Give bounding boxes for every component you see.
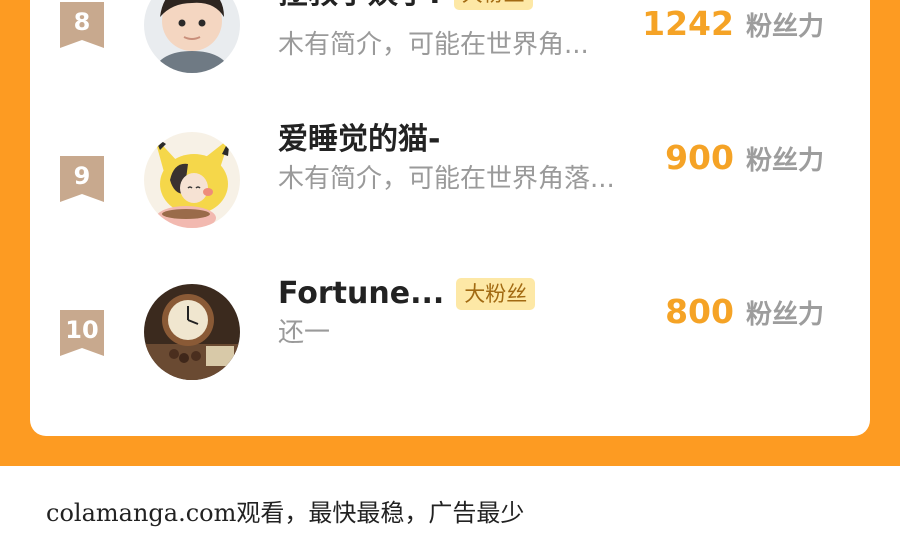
ranking-row-9[interactable]: 9 爱睡觉的猫- 木有简介，可能在世界角落... 900 粉丝力: [30, 122, 870, 250]
big-fan-badge: 大粉丝: [456, 278, 536, 310]
watermark-footer-text: colamanga.com观看，最快最稳，广告最少: [46, 499, 525, 527]
rank-badge: 9: [60, 156, 104, 202]
name-line: 拯救小姨子! 大粉丝: [278, 0, 533, 14]
child-photo-avatar-icon: [144, 0, 240, 73]
user-intro: 木有简介，可能在世界角落...: [278, 164, 615, 194]
user-name[interactable]: 爱睡觉的猫-: [278, 120, 440, 160]
fan-score: 1242 粉丝力: [642, 4, 824, 44]
ranking-row-10[interactable]: 10 Fortune... 大粉丝 还一 800 粉丝力: [30, 276, 870, 402]
rank-number: 9: [73, 162, 91, 190]
pikachu-costume-avatar-icon: [144, 132, 240, 228]
rank-number: 10: [65, 316, 99, 344]
score-value: 800: [665, 292, 734, 331]
score-unit: 粉丝力: [745, 146, 824, 176]
user-name[interactable]: Fortune...: [278, 274, 444, 314]
rank-badge: 10: [60, 310, 104, 356]
name-line: 爱睡觉的猫-: [278, 120, 440, 160]
rank-badge: 8: [60, 2, 104, 48]
name-line: Fortune... 大粉丝: [278, 274, 536, 314]
ranking-row-8[interactable]: 8 拯救小姨子! 大粉丝 木有简介，可能在世界角... 1242 粉丝力: [30, 0, 870, 100]
fan-ranking-card: 8 拯救小姨子! 大粉丝 木有简介，可能在世界角... 1242 粉丝力: [30, 0, 870, 436]
big-fan-badge: 大粉丝: [453, 0, 533, 10]
user-intro: 木有简介，可能在世界角...: [278, 30, 589, 60]
fan-score: 800 粉丝力: [665, 292, 824, 332]
score-unit: 粉丝力: [745, 12, 824, 42]
clock-photo-avatar-icon: [144, 284, 240, 380]
score-unit: 粉丝力: [745, 300, 824, 330]
score-value: 1242: [642, 4, 734, 43]
user-name[interactable]: 拯救小姨子!: [278, 0, 442, 14]
user-avatar[interactable]: [144, 284, 240, 380]
user-avatar[interactable]: [144, 132, 240, 228]
user-intro: 还一: [278, 318, 331, 348]
user-avatar[interactable]: [144, 0, 240, 73]
fan-score: 900 粉丝力: [665, 138, 824, 178]
rank-number: 8: [73, 8, 91, 36]
score-value: 900: [665, 138, 734, 177]
